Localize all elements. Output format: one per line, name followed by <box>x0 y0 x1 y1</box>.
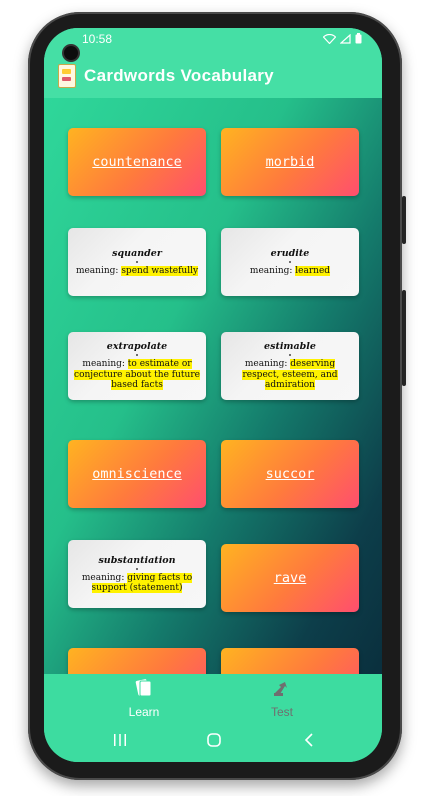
word-card[interactable] <box>68 648 206 674</box>
battery-icon <box>355 33 362 44</box>
definition-meaning: meaning: deserving respect, esteem, and … <box>221 359 359 391</box>
back-icon[interactable] <box>302 732 318 748</box>
meaning-label: meaning: <box>82 359 125 370</box>
home-icon[interactable] <box>206 732 222 748</box>
card-grid: countenance morbid squander meaning: spe… <box>44 98 382 674</box>
signal-icon <box>340 33 351 44</box>
app-bar: Cardwords Vocabulary <box>44 54 382 98</box>
nav-test-label: Test <box>270 705 293 719</box>
recent-apps-icon[interactable] <box>112 732 128 748</box>
definition-card[interactable]: estimable meaning: deserving respect, es… <box>221 332 359 400</box>
word-card[interactable]: morbid <box>221 128 359 196</box>
definition-card[interactable]: substantiation meaning: giving facts to … <box>68 540 206 608</box>
meaning-label: meaning: <box>81 572 125 583</box>
definition-meaning: meaning: learned <box>244 265 336 277</box>
word-card-text: countenance <box>92 154 182 170</box>
definition-meaning: meaning: to estimate or conjecture about… <box>68 359 206 391</box>
word-card-text: rave <box>273 570 307 586</box>
nav-test[interactable]: Test <box>232 678 332 719</box>
definition-card[interactable]: squander meaning: spend wastefully <box>68 228 206 296</box>
definition-term: squander <box>112 247 162 259</box>
cards-icon <box>135 679 152 697</box>
nav-learn-label: Learn <box>128 705 160 719</box>
definition-meaning: meaning: spend wastefully <box>70 265 204 277</box>
definition-term: estimable <box>264 341 316 353</box>
meaning-text: spend wastefully <box>121 265 199 276</box>
screen: 10:58 Cardwords Vocabulary countenance m… <box>44 28 382 762</box>
nav-learn[interactable]: Learn <box>94 678 194 719</box>
word-card[interactable] <box>221 648 359 674</box>
separator-dot <box>289 260 291 263</box>
wifi-icon <box>323 33 336 44</box>
definition-term: substantiation <box>98 554 176 566</box>
word-card-text: morbid <box>265 154 315 170</box>
status-bar: 10:58 <box>44 28 382 54</box>
app-title: Cardwords Vocabulary <box>84 66 274 85</box>
power-button <box>402 290 406 386</box>
word-card[interactable]: succor <box>221 440 359 508</box>
separator-dot <box>136 567 138 570</box>
meaning-label: meaning: <box>75 265 119 276</box>
system-navigation-bar <box>44 722 382 762</box>
definition-card[interactable]: extrapolate meaning: to estimate or conj… <box>68 332 206 400</box>
separator-dot <box>289 354 291 357</box>
meaning-label: meaning: <box>249 265 293 276</box>
meaning-text: learned <box>295 265 331 276</box>
definition-card[interactable]: erudite meaning: learned <box>221 228 359 296</box>
definition-term: extrapolate <box>106 341 168 353</box>
meaning-label: meaning: <box>244 359 288 370</box>
volume-button <box>402 196 406 244</box>
status-time: 10:58 <box>82 32 113 46</box>
word-card[interactable]: rave <box>221 544 359 612</box>
cards-logo-icon <box>58 64 76 88</box>
separator-dot <box>136 354 138 357</box>
status-icons <box>323 33 362 44</box>
word-card-text: succor <box>265 466 315 482</box>
front-camera <box>62 44 80 62</box>
separator-dot <box>136 260 138 263</box>
bottom-navigation: Learn Test <box>44 674 382 722</box>
word-card-text: omniscience <box>92 466 182 482</box>
definition-term: erudite <box>270 247 310 259</box>
test-hand-icon <box>274 682 287 696</box>
word-card[interactable]: omniscience <box>68 440 206 508</box>
definition-meaning: meaning: giving facts to support (statem… <box>68 572 206 594</box>
word-card[interactable]: countenance <box>68 128 206 196</box>
